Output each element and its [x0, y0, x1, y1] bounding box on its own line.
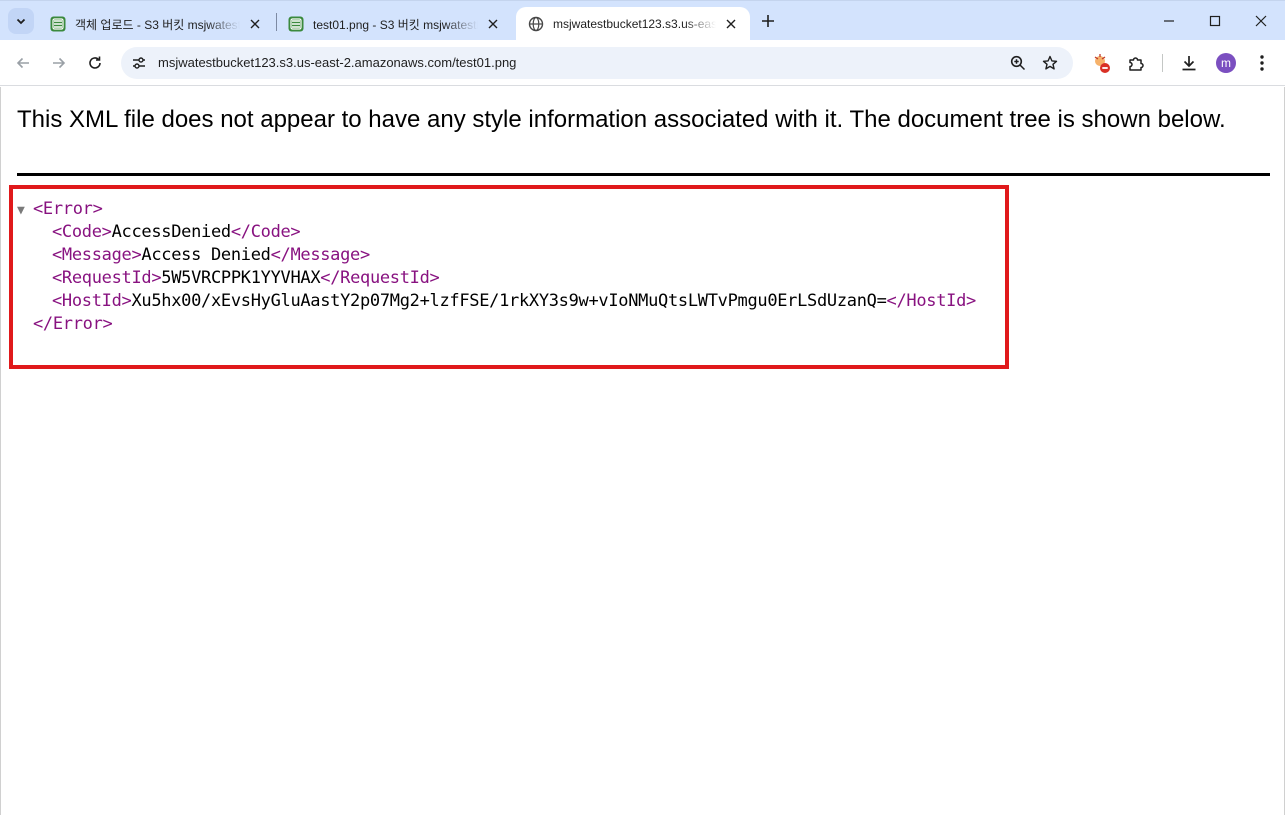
xml-tag: <Code>	[52, 222, 112, 242]
chevron-down-icon	[16, 18, 26, 25]
xml-element-hostid: <HostId>Xu5hx00/xEvsHyGluAastY2p07Mg2+lz…	[17, 290, 976, 313]
address-bar[interactable]: msjwatestbucket123.s3.us-east-2.amazonaw…	[121, 47, 1073, 79]
xml-text: 5W5VRCPPK1YYVHAX	[161, 268, 321, 288]
globe-icon	[528, 16, 544, 32]
page-content: This XML file does not appear to have an…	[0, 87, 1285, 815]
minimize-button[interactable]	[1146, 6, 1192, 36]
extensions-puzzle-icon[interactable]	[1124, 51, 1148, 75]
xml-tag: </Message>	[270, 245, 371, 265]
profile-avatar[interactable]: m	[1216, 53, 1236, 73]
maximize-button[interactable]	[1192, 6, 1238, 36]
collapse-triangle-icon[interactable]: ▼	[17, 199, 33, 222]
blocked-extension-icon[interactable]	[1089, 51, 1113, 75]
back-button[interactable]	[9, 49, 37, 77]
reload-icon	[89, 56, 101, 69]
arrow-left-icon	[16, 57, 29, 69]
xml-element-requestid: <RequestId>5W5VRCPPK1YYVHAX</RequestId>	[17, 267, 976, 290]
xml-text: Xu5hx00/xEvsHyGluAastY2p07Mg2+lzfFSE/1rk…	[131, 291, 887, 311]
xml-element-code: <Code>AccessDenied</Code>	[17, 221, 976, 244]
xml-tag: <Error>	[33, 199, 103, 219]
xml-tag: </RequestId>	[320, 268, 440, 288]
xml-document-tree: ▼ <Error> <Code>AccessDenied</Code> <Mess…	[17, 198, 976, 336]
site-info-icon[interactable]	[130, 54, 148, 72]
tab-title: 객체 업로드 - S3 버킷 msjwatestbucket123	[75, 17, 240, 32]
tab-search-button[interactable]	[8, 8, 34, 34]
url-text[interactable]: msjwatestbucket123.s3.us-east-2.amazonaw…	[158, 55, 516, 70]
close-tab-icon[interactable]	[484, 15, 502, 33]
close-tab-icon[interactable]	[246, 15, 264, 33]
forward-button[interactable]	[45, 49, 73, 77]
new-tab-button[interactable]	[757, 10, 779, 32]
arrow-right-icon	[53, 57, 66, 69]
xml-tag: <Message>	[52, 245, 142, 265]
xml-tag: <HostId>	[52, 291, 132, 311]
tab-test01-png[interactable]: test01.png - S3 버킷 msjwatestbucket123	[276, 7, 512, 41]
close-tab-icon[interactable]	[722, 15, 740, 33]
xml-tag: </HostId>	[886, 291, 977, 311]
tab-s3-endpoint[interactable]: msjwatestbucket123.s3.us-east-2.amazonaw…	[516, 7, 750, 41]
aws-s3-favicon	[288, 16, 304, 32]
xml-root-close-line: </Error>	[17, 313, 976, 336]
xml-root-open-line: ▼ <Error>	[17, 198, 976, 221]
close-icon	[1255, 15, 1267, 27]
browser-toolbar: msjwatestbucket123.s3.us-east-2.amazonaw…	[0, 40, 1285, 86]
tab-upload-object[interactable]: 객체 업로드 - S3 버킷 msjwatestbucket123	[38, 7, 274, 41]
xml-style-notice: This XML file does not appear to have an…	[17, 106, 1226, 133]
minimize-icon	[1164, 20, 1174, 22]
tab-title: test01.png - S3 버킷 msjwatestbucket123	[313, 17, 478, 32]
xml-tag: </Error>	[33, 314, 113, 334]
aws-s3-favicon	[50, 16, 66, 32]
tab-strip: 객체 업로드 - S3 버킷 msjwatestbucket123 test01…	[0, 0, 1285, 41]
tab-title: msjwatestbucket123.s3.us-east-2.amazonaw…	[553, 17, 716, 31]
xml-element-message: <Message>Access Denied</Message>	[17, 244, 976, 267]
divider	[17, 173, 1270, 176]
xml-tag: </Code>	[230, 222, 301, 242]
download-icon[interactable]	[1177, 51, 1201, 75]
bookmark-star-icon[interactable]	[1039, 52, 1061, 74]
plus-icon	[762, 15, 774, 27]
maximize-icon	[1209, 15, 1221, 27]
toolbar-divider	[1162, 54, 1163, 72]
more-menu-icon[interactable]	[1250, 51, 1274, 75]
reload-button[interactable]	[81, 49, 109, 77]
xml-text: AccessDenied	[111, 222, 232, 242]
xml-tag: <RequestId>	[52, 268, 162, 288]
xml-text: Access Denied	[141, 245, 271, 265]
close-window-button[interactable]	[1238, 6, 1284, 36]
zoom-icon[interactable]	[1007, 52, 1029, 74]
